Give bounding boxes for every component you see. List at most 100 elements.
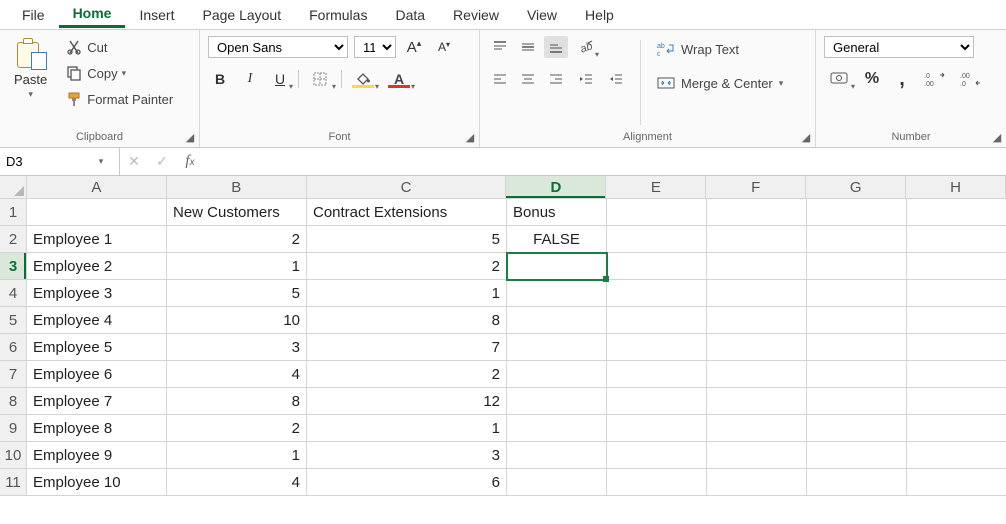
fill-color-button[interactable] bbox=[348, 68, 378, 90]
cell-E11[interactable] bbox=[607, 469, 707, 496]
cell-H7[interactable] bbox=[907, 361, 1006, 388]
menu-tab-home[interactable]: Home bbox=[59, 1, 126, 28]
name-box[interactable] bbox=[0, 148, 88, 175]
cell-C1[interactable]: Contract Extensions bbox=[307, 199, 507, 226]
increase-decimal-button[interactable]: .0.00 bbox=[920, 68, 950, 90]
column-header-B[interactable]: B bbox=[167, 176, 307, 199]
cell-B11[interactable]: 4 bbox=[167, 469, 307, 496]
cell-D7[interactable] bbox=[507, 361, 607, 388]
align-top-button[interactable] bbox=[488, 36, 512, 58]
menu-tab-file[interactable]: File bbox=[8, 3, 59, 27]
font-size-select[interactable]: 11 bbox=[354, 36, 396, 58]
menu-tab-help[interactable]: Help bbox=[571, 3, 628, 27]
cell-E8[interactable] bbox=[607, 388, 707, 415]
menu-tab-review[interactable]: Review bbox=[439, 3, 513, 27]
cell-C3[interactable]: 2 bbox=[307, 253, 507, 280]
row-header-9[interactable]: 9 bbox=[0, 415, 27, 442]
accounting-format-button[interactable] bbox=[824, 68, 854, 90]
orientation-button[interactable]: ab bbox=[574, 36, 598, 58]
select-all-corner[interactable] bbox=[0, 176, 27, 199]
cell-D1[interactable]: Bonus bbox=[507, 199, 607, 226]
cell-G2[interactable] bbox=[807, 226, 907, 253]
cell-H9[interactable] bbox=[907, 415, 1006, 442]
cell-H1[interactable] bbox=[907, 199, 1006, 226]
cell-A2[interactable]: Employee 1 bbox=[27, 226, 167, 253]
cell-H2[interactable] bbox=[907, 226, 1006, 253]
percent-button[interactable]: % bbox=[860, 68, 884, 90]
cell-A1[interactable] bbox=[27, 199, 167, 226]
cell-B4[interactable]: 5 bbox=[167, 280, 307, 307]
wrap-text-button[interactable]: abc Wrap Text bbox=[653, 38, 787, 60]
align-bottom-button[interactable] bbox=[544, 36, 568, 58]
row-header-11[interactable]: 11 bbox=[0, 469, 27, 496]
comma-button[interactable]: , bbox=[890, 68, 914, 90]
bold-button[interactable]: B bbox=[208, 68, 232, 90]
menu-tab-insert[interactable]: Insert bbox=[125, 3, 188, 27]
cell-D3[interactable] bbox=[507, 253, 607, 280]
format-painter-button[interactable]: Format Painter bbox=[61, 88, 177, 110]
cell-E6[interactable] bbox=[607, 334, 707, 361]
row-header-2[interactable]: 2 bbox=[0, 226, 27, 253]
cell-E10[interactable] bbox=[607, 442, 707, 469]
cell-A4[interactable]: Employee 3 bbox=[27, 280, 167, 307]
cell-F4[interactable] bbox=[707, 280, 807, 307]
cell-B10[interactable]: 1 bbox=[167, 442, 307, 469]
align-center-button[interactable] bbox=[516, 68, 540, 90]
column-header-H[interactable]: H bbox=[906, 176, 1006, 199]
align-right-button[interactable] bbox=[544, 68, 568, 90]
name-box-dropdown[interactable]: ▾ bbox=[88, 156, 114, 167]
font-color-button[interactable]: A bbox=[384, 68, 414, 90]
cell-C6[interactable]: 7 bbox=[307, 334, 507, 361]
increase-font-icon[interactable]: A▴ bbox=[402, 36, 426, 58]
cell-H3[interactable] bbox=[907, 253, 1006, 280]
menu-tab-formulas[interactable]: Formulas bbox=[295, 3, 381, 27]
cell-E4[interactable] bbox=[607, 280, 707, 307]
alignment-dialog-launcher[interactable]: ◢ bbox=[799, 131, 813, 145]
underline-button[interactable]: U bbox=[268, 68, 292, 90]
column-header-G[interactable]: G bbox=[806, 176, 906, 199]
column-header-D[interactable]: D bbox=[506, 176, 606, 199]
decrease-decimal-button[interactable]: .00.0 bbox=[956, 68, 986, 90]
formula-bar-input[interactable] bbox=[204, 148, 1006, 175]
cell-H4[interactable] bbox=[907, 280, 1006, 307]
cell-F2[interactable] bbox=[707, 226, 807, 253]
cell-D6[interactable] bbox=[507, 334, 607, 361]
cell-D5[interactable] bbox=[507, 307, 607, 334]
cell-H6[interactable] bbox=[907, 334, 1006, 361]
insert-function-button[interactable]: fx bbox=[176, 153, 204, 170]
cell-G9[interactable] bbox=[807, 415, 907, 442]
cell-E2[interactable] bbox=[607, 226, 707, 253]
cell-B9[interactable]: 2 bbox=[167, 415, 307, 442]
cell-E7[interactable] bbox=[607, 361, 707, 388]
row-header-10[interactable]: 10 bbox=[0, 442, 27, 469]
borders-button[interactable] bbox=[305, 68, 335, 90]
cell-C9[interactable]: 1 bbox=[307, 415, 507, 442]
cell-G7[interactable] bbox=[807, 361, 907, 388]
accept-formula-button[interactable]: ✓ bbox=[148, 153, 176, 170]
cell-C8[interactable]: 12 bbox=[307, 388, 507, 415]
cell-E5[interactable] bbox=[607, 307, 707, 334]
cell-F11[interactable] bbox=[707, 469, 807, 496]
row-header-7[interactable]: 7 bbox=[0, 361, 27, 388]
italic-button[interactable]: I bbox=[238, 68, 262, 90]
column-header-E[interactable]: E bbox=[606, 176, 706, 199]
cell-F5[interactable] bbox=[707, 307, 807, 334]
align-middle-button[interactable] bbox=[516, 36, 540, 58]
cell-E9[interactable] bbox=[607, 415, 707, 442]
cell-B1[interactable]: New Customers bbox=[167, 199, 307, 226]
cell-H8[interactable] bbox=[907, 388, 1006, 415]
paste-button[interactable]: Paste ▾ bbox=[8, 36, 53, 104]
clipboard-dialog-launcher[interactable]: ◢ bbox=[183, 131, 197, 145]
cell-G5[interactable] bbox=[807, 307, 907, 334]
cell-A9[interactable]: Employee 8 bbox=[27, 415, 167, 442]
cell-B2[interactable]: 2 bbox=[167, 226, 307, 253]
cell-H11[interactable] bbox=[907, 469, 1006, 496]
cell-D4[interactable] bbox=[507, 280, 607, 307]
cell-B5[interactable]: 10 bbox=[167, 307, 307, 334]
row-header-5[interactable]: 5 bbox=[0, 307, 27, 334]
cell-C5[interactable]: 8 bbox=[307, 307, 507, 334]
cell-G1[interactable] bbox=[807, 199, 907, 226]
menu-tab-page-layout[interactable]: Page Layout bbox=[188, 3, 295, 27]
row-header-4[interactable]: 4 bbox=[0, 280, 27, 307]
cut-button[interactable]: Cut bbox=[61, 36, 177, 58]
